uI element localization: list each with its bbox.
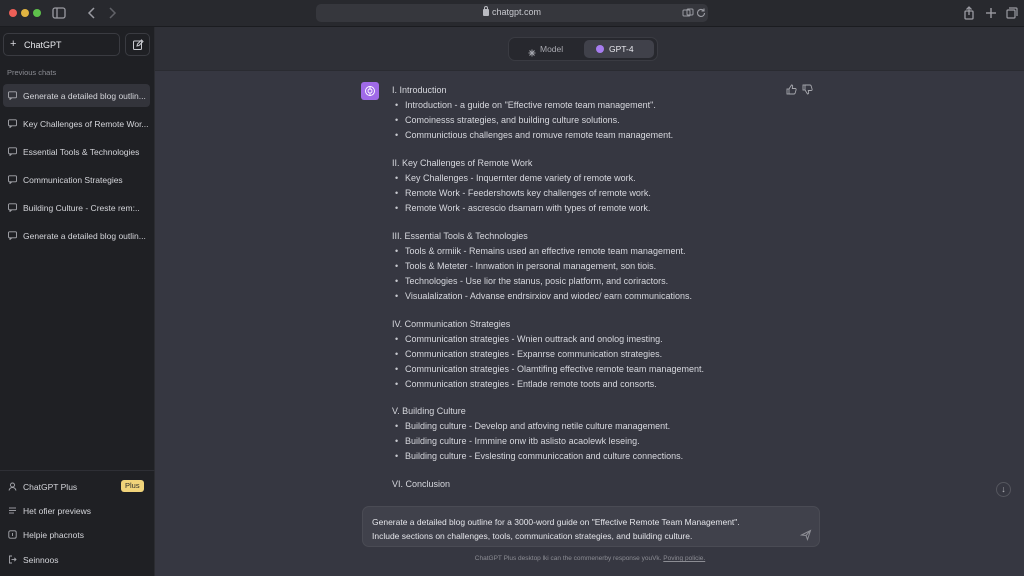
sidebar-footer-item[interactable]: Het ofier previews — [3, 501, 150, 521]
chat-bubble-icon — [8, 175, 17, 184]
user-icon — [8, 482, 17, 491]
gpt4-option-label: GPT-4 — [609, 44, 634, 54]
previous-chats-label: Previous chats — [7, 68, 57, 77]
gpt4-dot-icon — [596, 45, 604, 53]
chatgpt-plus-item[interactable]: ChatGPT Plus Plus — [3, 477, 150, 497]
chat-history-label: Generate a detailed blog outlin... — [23, 231, 146, 241]
topbar: Model GPT-4 — [155, 27, 1024, 71]
section-title: VI. Conclusion — [392, 479, 451, 489]
sparkle-icon — [528, 45, 536, 57]
main-panel: Model GPT-4 I. Introduction Introduction… — [155, 27, 1024, 576]
reload-icon[interactable] — [695, 7, 707, 19]
logout-icon — [8, 555, 17, 564]
chat-bubble-icon — [8, 119, 17, 128]
chat-history-label: Essential Tools & Technologies — [23, 147, 140, 157]
maximize-window-button[interactable] — [33, 9, 41, 17]
share-icon[interactable] — [961, 5, 977, 21]
plus-icon: + — [10, 38, 17, 50]
chat-history-label: Generate a detailed blog outlin... — [23, 91, 146, 101]
model-switcher: Model GPT-4 — [508, 37, 658, 61]
sidebar-footer-item[interactable]: Helpie phacnots — [3, 525, 150, 545]
sidebar-footer-label: Helpie phacnots — [23, 530, 84, 540]
help-icon — [8, 530, 17, 539]
chevron-right-icon[interactable] — [104, 5, 120, 21]
lock-icon — [482, 6, 489, 16]
arrow-down-icon[interactable]: ↓ — [996, 482, 1011, 497]
settings-item[interactable]: Seinnoos — [3, 550, 150, 570]
chevron-left-icon[interactable] — [84, 5, 100, 21]
thumbs-up-icon[interactable] — [786, 84, 797, 95]
chat-bubble-icon — [8, 203, 17, 212]
sidebar: + ChatGPT Previous chats Generate a deta… — [0, 27, 155, 576]
sidebar-icon[interactable] — [51, 5, 67, 21]
chat-history-item[interactable]: Essential Tools & Technologies — [3, 140, 150, 163]
chat-history-label: Key Challenges of Remote Wor... — [23, 119, 149, 129]
send-icon[interactable] — [800, 529, 812, 541]
chat-history-item[interactable]: Key Challenges of Remote Wor... — [3, 112, 150, 135]
chat-bubble-icon — [8, 147, 17, 156]
policy-link[interactable]: Poving policie. — [663, 555, 705, 562]
model-option[interactable]: Model — [515, 40, 577, 58]
model-option-label: Model — [540, 44, 564, 54]
chat-bubble-icon — [8, 91, 17, 100]
url-text: chatgpt.com — [491, 7, 542, 17]
composer-line: Include sections on challenges, tools, c… — [372, 531, 693, 541]
chat-history-label: Communication Strategies — [23, 175, 123, 185]
plus-icon[interactable] — [983, 5, 999, 21]
address-bar[interactable]: chatgpt.com — [316, 4, 708, 22]
section-title: IV. Communication Strategies — [392, 319, 511, 329]
browser-chrome: chatgpt.com — [0, 0, 1024, 27]
footnote-text: ChatGPT Plus desktop lki can the commene… — [474, 555, 662, 562]
tabs-icon[interactable] — [1004, 5, 1020, 21]
edit-icon[interactable] — [125, 33, 150, 56]
thumbs-down-icon[interactable] — [802, 84, 813, 95]
sidebar-footer-label: Het ofier previews — [23, 506, 92, 516]
composer-line: Generate a detailed blog outline for a 3… — [372, 517, 740, 527]
chat-history-label: Building Culture - Creste rem:.. — [23, 203, 140, 213]
chat-history-item[interactable]: Generate a detailed blog outlin... — [3, 84, 150, 107]
gpt4-option[interactable]: GPT-4 — [584, 40, 654, 58]
chatgpt-plus-label: ChatGPT Plus — [23, 482, 78, 492]
chat-bubble-icon — [8, 231, 17, 240]
settings-label: Seinnoos — [23, 555, 59, 565]
minimize-window-button[interactable] — [21, 9, 29, 17]
section-title: II. Key Challenges of Remote Work — [392, 158, 533, 168]
footer-disclaimer: ChatGPT Plus desktop lki can the commene… — [310, 555, 870, 562]
translate-icon[interactable] — [682, 7, 694, 19]
composer-input[interactable]: Generate a detailed blog outline for a 3… — [372, 515, 792, 543]
assistant-avatar — [361, 82, 379, 100]
new-chat-label: ChatGPT — [24, 40, 62, 50]
section-title: I. Introduction — [392, 85, 447, 95]
close-window-button[interactable] — [9, 9, 17, 17]
new-chat-button[interactable]: + ChatGPT — [3, 33, 120, 56]
list-icon — [8, 506, 17, 515]
chat-history-item[interactable]: Building Culture - Creste rem:.. — [3, 196, 150, 219]
section-title: V. Building Culture — [392, 406, 466, 416]
chat-history-item[interactable]: Communication Strategies — [3, 168, 150, 191]
section-title: III. Essential Tools & Technologies — [392, 231, 528, 241]
chat-history-item[interactable]: Generate a detailed blog outlin... — [3, 224, 150, 247]
message-composer[interactable]: Generate a detailed blog outline for a 3… — [362, 506, 820, 547]
sidebar-divider — [0, 470, 155, 471]
plus-badge: Plus — [121, 480, 144, 492]
